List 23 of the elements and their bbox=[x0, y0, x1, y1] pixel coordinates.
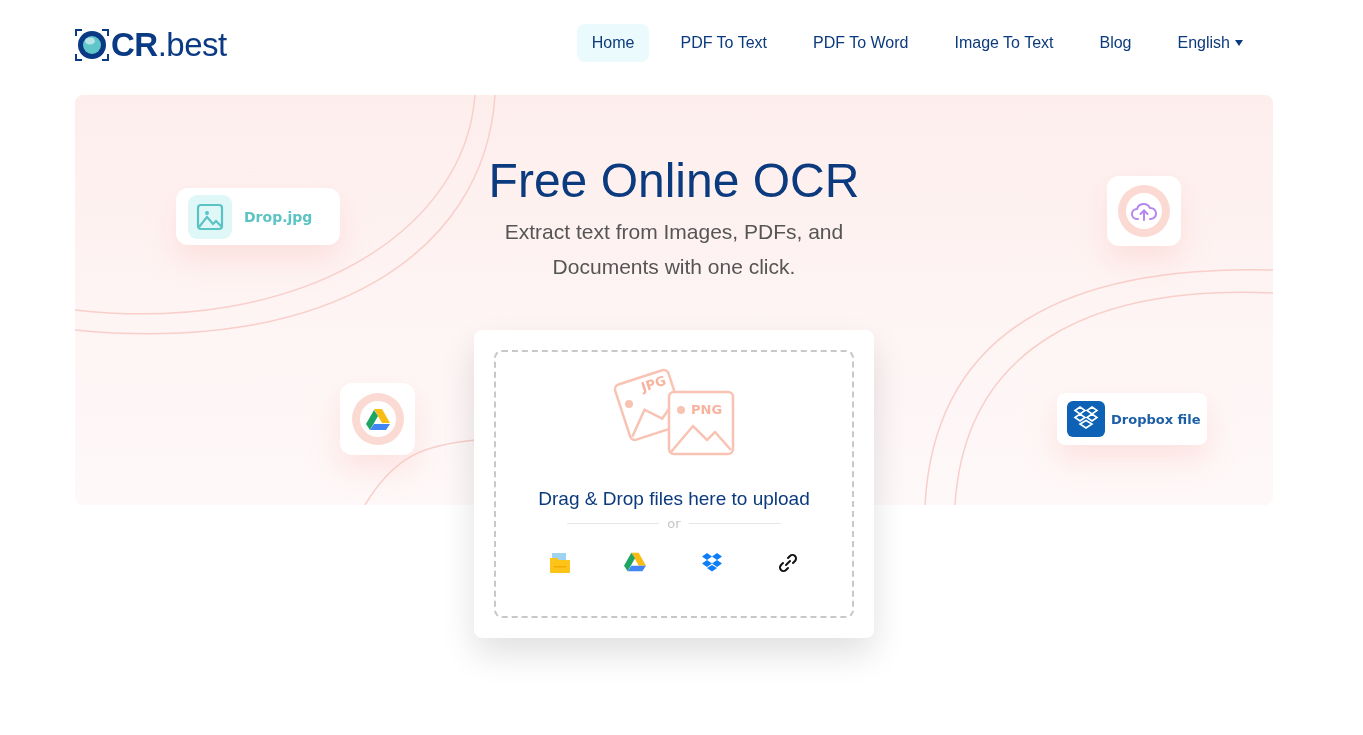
language-dropdown[interactable]: English bbox=[1162, 23, 1259, 62]
link-button[interactable] bbox=[776, 551, 800, 575]
logo: CR.best bbox=[111, 25, 227, 64]
image-icon bbox=[188, 194, 232, 239]
separator-text: or bbox=[667, 516, 681, 531]
upload-prompt: Drag & Drop files here to upload bbox=[538, 488, 810, 510]
dropbox-icon bbox=[1067, 401, 1105, 437]
nav-link[interactable]: Image To Text bbox=[939, 23, 1069, 62]
drop-zone[interactable]: JPG PNG Drag & Drop files here to upload or bbox=[494, 350, 854, 618]
hero-subtitle: Extract text from Images, PDFs, and Documents with one click. bbox=[503, 219, 845, 280]
hero-title: Free Online OCR bbox=[488, 153, 860, 208]
caret-icon bbox=[1234, 38, 1244, 47]
lens-icon bbox=[75, 27, 109, 62]
card-label: Dropbox file bbox=[1111, 411, 1201, 427]
cloud-upload-icon bbox=[1130, 200, 1158, 222]
drive-icon bbox=[365, 408, 390, 430]
card-label: Drop.jpg bbox=[244, 208, 313, 225]
format-label: PNG bbox=[691, 402, 723, 417]
nav-link[interactable]: PDF To Word bbox=[798, 23, 924, 62]
nav-link[interactable]: Home bbox=[576, 23, 650, 62]
nav-link[interactable]: Blog bbox=[1084, 23, 1147, 62]
nav-link[interactable]: PDF To Text bbox=[665, 23, 782, 62]
format-label: JPG bbox=[639, 372, 668, 395]
